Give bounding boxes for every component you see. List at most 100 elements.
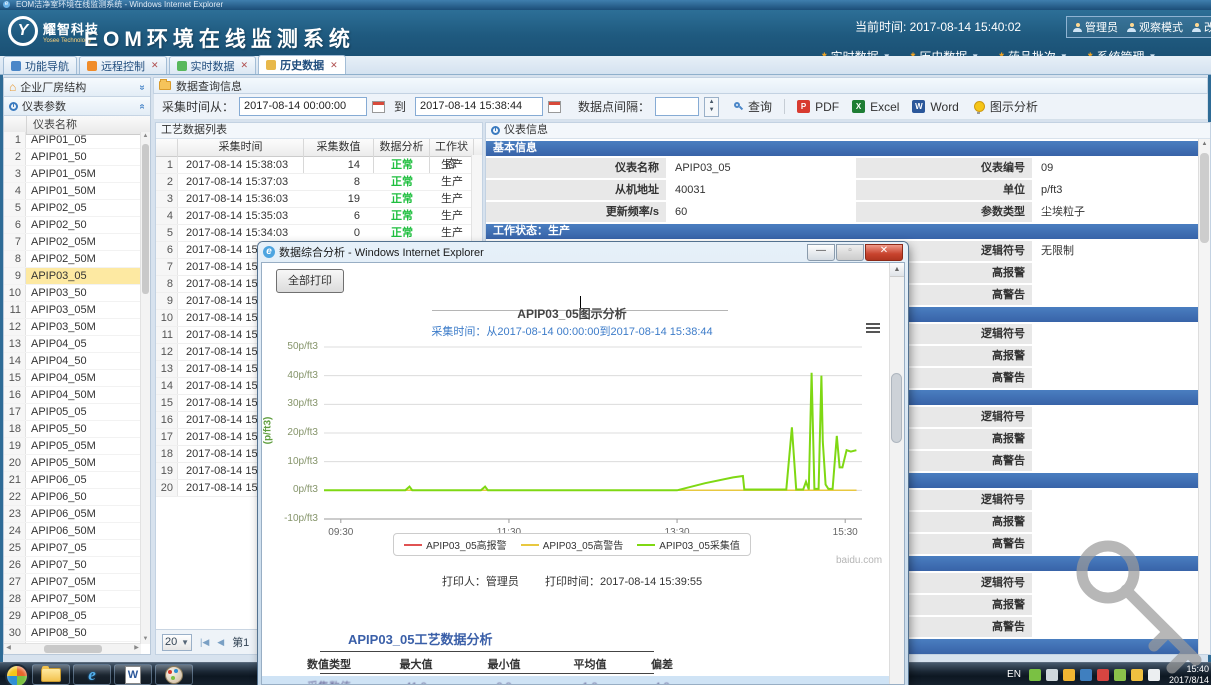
meter-list-item[interactable]: 18 APIP05_50: [4, 421, 150, 438]
tab[interactable]: 功能导航 ✕: [3, 56, 77, 74]
scroll-up-icon[interactable]: ▲: [890, 263, 904, 277]
user-toolbar-button[interactable]: 改密: [1192, 19, 1211, 35]
meter-list-item[interactable]: 10 APIP03_50: [4, 285, 150, 302]
meter-list-item[interactable]: 5 APIP02_05: [4, 200, 150, 217]
taskbar-clock[interactable]: 15:40 2017/8/14: [1169, 664, 1209, 685]
scroll-right-icon[interactable]: ▶: [132, 644, 141, 653]
meter-list-item[interactable]: 22 APIP06_50: [4, 489, 150, 506]
baidu-watermark-link[interactable]: baidu.com: [836, 555, 888, 566]
scroll-down-icon[interactable]: ▼: [141, 635, 150, 644]
meter-list-item[interactable]: 16 APIP04_50M: [4, 387, 150, 404]
sidebar-panel-meters[interactable]: 仪表参数 »: [4, 97, 150, 116]
meter-list-item[interactable]: 6 APIP02_50: [4, 217, 150, 234]
tab[interactable]: 历史数据 ✕: [258, 55, 346, 74]
tray-network-icon[interactable]: [1114, 669, 1126, 681]
meter-list-item[interactable]: 28 APIP07_50M: [4, 591, 150, 608]
close-icon[interactable]: ✕: [151, 60, 159, 71]
scrollbar-thumb[interactable]: [44, 645, 102, 653]
tray-volume-icon[interactable]: [1097, 669, 1109, 681]
taskbar-file-explorer[interactable]: [32, 664, 70, 685]
search-icon[interactable]: [734, 102, 743, 111]
close-icon[interactable]: ✕: [241, 60, 249, 71]
popup-scrollbar[interactable]: ▲: [889, 263, 904, 684]
meter-list-item[interactable]: 8 APIP02_50M: [4, 251, 150, 268]
meter-list-item[interactable]: 17 APIP05_05: [4, 404, 150, 421]
table-row[interactable]: 1 2017-08-14 15:38:03 14 正常 生产: [156, 157, 482, 174]
scrollbar-thumb[interactable]: [142, 144, 149, 294]
taskbar-paint[interactable]: [155, 664, 193, 685]
tray-alert-icon[interactable]: [1131, 669, 1143, 681]
prev-page-button[interactable]: ◀: [217, 637, 224, 648]
excel-button[interactable]: Excel: [870, 100, 899, 114]
chevron-double-down-icon[interactable]: »: [137, 84, 148, 90]
to-date-input[interactable]: 2017-08-14 15:38:44: [415, 97, 543, 116]
meter-list-item[interactable]: 19 APIP05_05M: [4, 438, 150, 455]
meter-list-item[interactable]: 30 APIP08_50: [4, 625, 150, 642]
sidebar-vertical-scrollbar[interactable]: ▲ ▼: [140, 132, 150, 644]
meter-list-item[interactable]: 1 APIP01_05: [4, 132, 150, 149]
user-toolbar-button[interactable]: 管理员: [1073, 19, 1118, 35]
scrollbar-thumb[interactable]: [1200, 153, 1209, 243]
info-panel-scrollbar[interactable]: ▲: [1198, 139, 1210, 654]
table-row[interactable]: 4 2017-08-14 15:35:03 6 正常 生产: [156, 208, 482, 225]
close-icon[interactable]: ✕: [330, 60, 338, 71]
chart-menu-icon[interactable]: [866, 323, 880, 335]
meter-list-item[interactable]: 23 APIP06_05M: [4, 506, 150, 523]
table-row[interactable]: 2 2017-08-14 15:37:03 8 正常 生产: [156, 174, 482, 191]
tray-speaker-icon[interactable]: [1148, 669, 1160, 681]
bulb-icon[interactable]: [974, 101, 985, 112]
popup-titlebar[interactable]: e 数据综合分析 - Windows Internet Explorer — ▫…: [258, 242, 908, 262]
search-button[interactable]: 查询: [748, 98, 772, 115]
meter-list-item[interactable]: 4 APIP01_50M: [4, 183, 150, 200]
tab[interactable]: 远程控制 ✕: [79, 56, 167, 74]
sidebar-panel-factory[interactable]: ⌂ 企业厂房结构 »: [4, 78, 150, 97]
tray-clipboard-icon[interactable]: [1029, 669, 1041, 681]
legend-item[interactable]: APIP03_05采集值: [637, 537, 740, 552]
chevron-double-up-icon[interactable]: »: [137, 103, 148, 109]
sidebar-horizontal-scrollbar[interactable]: ◀ ▶: [4, 643, 141, 654]
word-icon[interactable]: W: [912, 100, 925, 113]
interval-input[interactable]: [655, 97, 699, 116]
chart-plot[interactable]: [324, 347, 862, 519]
meter-list-item[interactable]: 27 APIP07_05M: [4, 574, 150, 591]
print-all-button[interactable]: 全部打印: [276, 269, 344, 293]
word-button[interactable]: Word: [930, 100, 958, 114]
meter-list-item[interactable]: 14 APIP04_50: [4, 353, 150, 370]
spinner-control[interactable]: ▲▼: [704, 97, 719, 117]
pdf-button[interactable]: PDF: [815, 100, 839, 114]
meter-list-item[interactable]: 25 APIP07_05: [4, 540, 150, 557]
tray-db-icon[interactable]: [1063, 669, 1075, 681]
tray-notes-icon[interactable]: [1046, 669, 1058, 681]
language-indicator[interactable]: EN: [1007, 669, 1021, 680]
scroll-up-icon[interactable]: ▲: [141, 132, 150, 141]
scroll-left-icon[interactable]: ◀: [4, 644, 13, 653]
meter-list-item[interactable]: 3 APIP01_05M: [4, 166, 150, 183]
tray-update-icon[interactable]: [1080, 669, 1092, 681]
table-row[interactable]: 5 2017-08-14 15:34:03 0 正常 生产: [156, 225, 482, 242]
excel-icon[interactable]: X: [852, 100, 865, 113]
table-row[interactable]: 3 2017-08-14 15:36:03 19 正常 生产: [156, 191, 482, 208]
from-date-input[interactable]: 2017-08-14 00:00:00: [239, 97, 367, 116]
pdf-icon[interactable]: P: [797, 100, 810, 113]
legend-item[interactable]: APIP03_05高警告: [521, 537, 624, 552]
meter-list-item[interactable]: 11 APIP03_05M: [4, 302, 150, 319]
taskbar-internet-explorer[interactable]: e: [73, 664, 111, 685]
scroll-up-icon[interactable]: ▲: [1199, 139, 1210, 150]
minimize-button[interactable]: —: [807, 244, 835, 261]
meter-list-item[interactable]: 12 APIP03_50M: [4, 319, 150, 336]
close-button[interactable]: ✕: [865, 244, 903, 261]
start-button[interactable]: [5, 664, 29, 685]
calendar-icon[interactable]: [548, 101, 561, 113]
meter-list-item[interactable]: 21 APIP06_05: [4, 472, 150, 489]
maximize-button[interactable]: ▫: [836, 244, 864, 261]
first-page-button[interactable]: |◀: [200, 637, 209, 648]
meter-list-item[interactable]: 15 APIP04_05M: [4, 370, 150, 387]
meter-list-item[interactable]: 29 APIP08_05: [4, 608, 150, 625]
meter-list-item[interactable]: 24 APIP06_50M: [4, 523, 150, 540]
legend-item[interactable]: APIP03_05高报警: [404, 537, 507, 552]
scrollbar-thumb[interactable]: [891, 373, 902, 443]
analysis-table-row-selected[interactable]: 采集数值 41.0 0.0 1.0 4.0: [262, 676, 894, 685]
meter-list-item[interactable]: 2 APIP01_50: [4, 149, 150, 166]
chart-analysis-button[interactable]: 图示分析: [990, 98, 1038, 115]
meter-list-item[interactable]: 9 APIP03_05: [4, 268, 150, 285]
